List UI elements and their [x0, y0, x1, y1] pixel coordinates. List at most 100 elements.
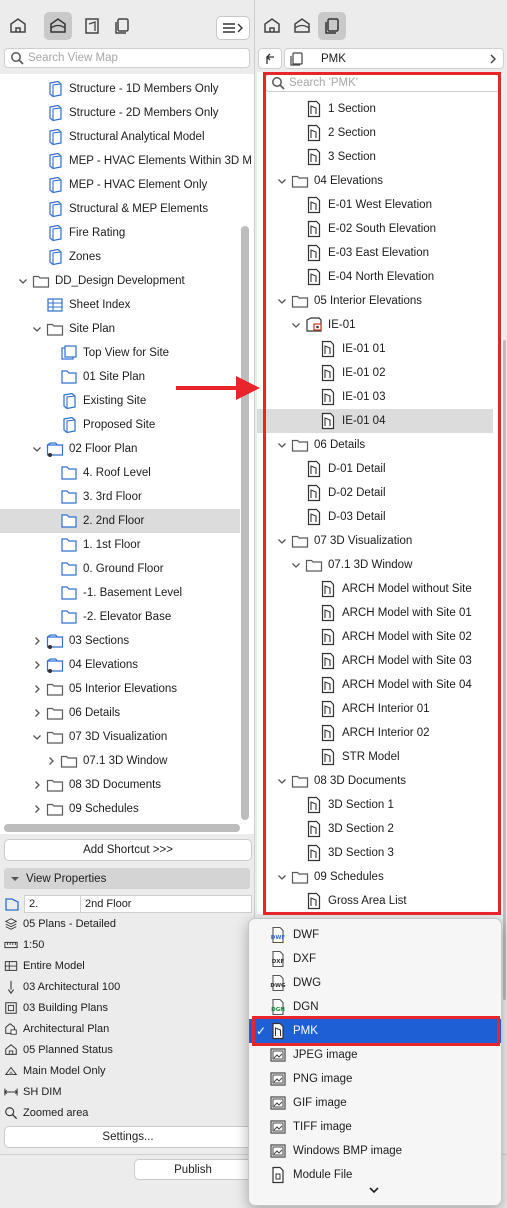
settings-button[interactable]: Settings... — [4, 1126, 252, 1148]
view-map-tree-row[interactable]: Sheet Index — [0, 293, 240, 317]
publisher-set-tree-row[interactable]: ARCH Model with Site 03 — [257, 649, 493, 673]
format-menu-item[interactable]: JPEG image — [249, 1043, 501, 1067]
publisher-set-tree-row[interactable]: E-01 West Elevation — [257, 193, 493, 217]
publisher-set-tree-row[interactable]: ARCH Model with Site 01 — [257, 601, 493, 625]
view-map-tree-row[interactable]: MEP - HVAC Element Only — [0, 173, 240, 197]
view-map-tree-row[interactable]: Structural & MEP Elements — [0, 197, 240, 221]
format-menu-item[interactable]: DGN DGN — [249, 995, 501, 1019]
publisher-set-tree-row[interactable]: 3D Section 3 — [257, 841, 493, 865]
publisher-set-tree-row[interactable]: ARCH Model without Site — [257, 577, 493, 601]
chevron-down-icon[interactable] — [277, 536, 291, 546]
right-view-map-button[interactable] — [288, 12, 316, 40]
publisher-set-tree-row[interactable]: 3D Section 2 — [257, 817, 493, 841]
format-menu-item[interactable]: TIFF image — [249, 1115, 501, 1139]
view-map-tree-row[interactable]: Structural Analytical Model — [0, 125, 240, 149]
view-map-tree-row[interactable]: -2. Elevator Base — [0, 605, 240, 629]
chevron-down-icon[interactable] — [277, 776, 291, 786]
view-name-field[interactable]: 2nd Floor — [80, 895, 252, 913]
view-map-tree-row[interactable]: Structure - 2D Members Only — [0, 101, 240, 125]
format-menu-item[interactable]: DWG DWG — [249, 971, 501, 995]
chevron-right-icon[interactable] — [32, 660, 46, 670]
chevron-down-icon[interactable] — [32, 732, 46, 742]
publisher-set-tree-row[interactable]: E-03 East Elevation — [257, 241, 493, 265]
publisher-set-tree-row[interactable]: ARCH Interior 02 — [257, 721, 493, 745]
chevron-down-icon[interactable] — [277, 872, 291, 882]
publisher-set-tree-row[interactable]: 07 3D Visualization — [257, 529, 493, 553]
publisher-set-tree-row[interactable]: IE-01 — [257, 313, 493, 337]
chevron-down-icon[interactable] — [291, 320, 305, 330]
publisher-set-tree-row[interactable]: ARCH Interior 01 — [257, 697, 493, 721]
publisher-set-tree-row[interactable]: D-03 Detail — [257, 505, 493, 529]
navigator-menu-button[interactable] — [216, 16, 250, 40]
publisher-set-tree-row[interactable]: IE-01 04 — [257, 409, 493, 433]
view-map-tree-row[interactable]: DD_Design Development — [0, 269, 240, 293]
publisher-set-tree-row[interactable]: 08 3D Documents — [257, 769, 493, 793]
publisher-set-tree-row[interactable]: 05 Interior Elevations — [257, 289, 493, 313]
publisher-set-tree-row[interactable]: ARCH Model with Site 04 — [257, 673, 493, 697]
view-map-tree-row[interactable]: 0. Ground Floor — [0, 557, 240, 581]
publisher-set-tree-row[interactable]: 04 Elevations — [257, 169, 493, 193]
format-menu-item[interactable]: PNG image — [249, 1067, 501, 1091]
publisher-set-tree-row[interactable]: IE-01 03 — [257, 385, 493, 409]
chevron-right-icon[interactable] — [32, 780, 46, 790]
publisher-set-tree-row[interactable]: IE-01 01 — [257, 337, 493, 361]
publisher-set-tree-row[interactable]: D-02 Detail — [257, 481, 493, 505]
view-map-tree-row[interactable]: 03 Sections — [0, 629, 240, 653]
view-properties-header[interactable]: View Properties — [4, 868, 250, 889]
view-map-tree-row[interactable]: -1. Basement Level — [0, 581, 240, 605]
back-button[interactable] — [258, 48, 282, 69]
publisher-set-tree-row[interactable]: 1 Section — [257, 97, 493, 121]
view-map-tree-row[interactable]: 4. Roof Level — [0, 461, 240, 485]
right-publisher-sets-button[interactable] — [318, 12, 346, 40]
format-menu-item[interactable]: DWF DWF — [249, 923, 501, 947]
publisher-set-tree-row[interactable]: 2 Section — [257, 121, 493, 145]
format-menu-item[interactable]: ✓ PMK — [249, 1019, 501, 1043]
publisher-set-tree-row[interactable]: E-04 North Elevation — [257, 265, 493, 289]
format-menu-item[interactable]: DXF DXF — [249, 947, 501, 971]
view-map-tree-row[interactable]: 06 Details — [0, 701, 240, 725]
view-map-tree-row[interactable]: 09 Schedules — [0, 797, 240, 821]
chevron-down-icon[interactable] — [32, 324, 46, 334]
publish-button[interactable]: Publish — [134, 1159, 252, 1180]
publisher-set-selector[interactable]: PMK — [284, 48, 504, 69]
publisher-set-tree-row[interactable]: 3 Section — [257, 145, 493, 169]
view-map-tree-row[interactable]: 2. 2nd Floor — [0, 509, 240, 533]
publisher-set-tree-row[interactable]: 09 Schedules — [257, 865, 493, 889]
chevron-down-icon[interactable] — [291, 560, 305, 570]
publisher-set-tree-row[interactable]: E-02 South Elevation — [257, 217, 493, 241]
publisher-set-tree-row[interactable]: D-01 Detail — [257, 457, 493, 481]
format-menu-item[interactable]: Windows BMP image — [249, 1139, 501, 1163]
view-map-tree-row[interactable]: 07.1 3D Window — [0, 749, 240, 773]
view-map-tree-row[interactable]: 07 3D Visualization — [0, 725, 240, 749]
layout-book-button[interactable] — [78, 12, 106, 40]
publisher-set-tree-row[interactable]: STR Model — [257, 745, 493, 769]
right-vertical-scrollbar[interactable] — [503, 340, 506, 1000]
view-map-tree-row[interactable]: Structure - 1D Members Only — [0, 77, 240, 101]
view-map-tree-row[interactable]: Top View for Site — [0, 341, 240, 365]
view-map-tree-row[interactable]: 08 3D Documents — [0, 773, 240, 797]
publisher-set-tree-row[interactable]: 06 Details — [257, 433, 493, 457]
add-shortcut-button[interactable]: Add Shortcut >>> — [4, 839, 252, 861]
view-map-tree-row[interactable]: Proposed Site — [0, 413, 240, 437]
view-map-tree-row[interactable]: Site Plan — [0, 317, 240, 341]
view-map-tree-row[interactable]: 1. 1st Floor — [0, 533, 240, 557]
chevron-right-icon[interactable] — [32, 708, 46, 718]
view-map-search-input[interactable]: Search View Map — [4, 48, 250, 68]
publisher-set-tree-row[interactable]: ARCH Model with Site 02 — [257, 625, 493, 649]
right-project-map-button[interactable] — [258, 12, 286, 40]
publisher-set-tree-row[interactable]: Gross Area List — [257, 889, 493, 913]
chevron-right-icon[interactable] — [32, 636, 46, 646]
chevron-down-icon[interactable] — [277, 440, 291, 450]
chevron-right-icon[interactable] — [32, 684, 46, 694]
view-map-tree-row[interactable]: Zones — [0, 245, 240, 269]
view-id-field[interactable]: 2. — [24, 895, 82, 913]
chevron-down-icon[interactable] — [277, 176, 291, 186]
view-map-tree-row[interactable]: 3. 3rd Floor — [0, 485, 240, 509]
chevron-down-icon[interactable] — [277, 296, 291, 306]
view-map-tree-row[interactable]: Fire Rating — [0, 221, 240, 245]
chevron-down-icon[interactable] — [32, 444, 46, 454]
view-map-tree-row[interactable]: MEP - HVAC Elements Within 3D M — [0, 149, 252, 173]
format-menu-item[interactable]: GIF image — [249, 1091, 501, 1115]
publisher-set-tree-row[interactable]: 07.1 3D Window — [257, 553, 493, 577]
format-menu-item[interactable]: Module File — [249, 1163, 501, 1187]
